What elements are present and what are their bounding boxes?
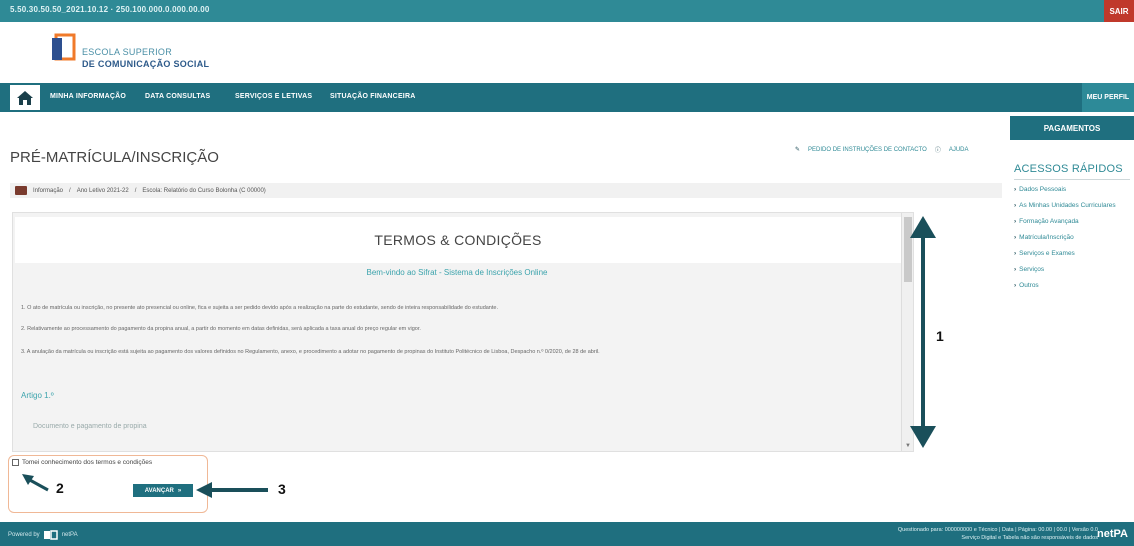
annotation-number-2: 2 [56, 480, 64, 496]
home-icon [17, 90, 33, 105]
checkbox-annotation-arrow [22, 474, 49, 492]
arrow-right-icon: » [177, 487, 182, 494]
netpa-logo-icon [43, 530, 58, 540]
logout-button[interactable]: SAIR [1104, 0, 1134, 22]
help-link[interactable]: AJUDA [949, 147, 969, 153]
profile-button[interactable]: MEU PERFIL [1082, 83, 1134, 112]
sidebar-divider [1014, 179, 1130, 180]
page-footer: Powered by netPA Questionado para: 00000… [0, 522, 1134, 546]
powered-brand[interactable]: netPA [62, 532, 78, 538]
accept-terms-label[interactable]: Tomei conhecimento dos termos e condiçõe… [22, 459, 152, 466]
nav-item-minha-informacao[interactable]: MINHA INFORMAÇÃO [50, 93, 126, 100]
accept-terms-checkbox[interactable] [12, 459, 19, 466]
annotation-number-3: 3 [278, 481, 286, 497]
school-logo-icon [52, 33, 76, 61]
terms-article-subheading: Documento e pagamento de propina [33, 423, 147, 430]
top-links: ✎ PEDIDO DE INSTRUÇÕES DE CONTACTO ⓘ AJU… [795, 145, 969, 155]
chevron-right-icon: › [1014, 282, 1017, 289]
help-icon: ⓘ [934, 148, 941, 154]
chevron-right-icon: › [1014, 250, 1017, 257]
sidebar-item-dados-pessoais[interactable]: › Dados Pessoais [1014, 186, 1130, 194]
breadcrumb: Informação / Ano Letivo 2021-22 / Escola… [10, 183, 1002, 198]
terms-content: TERMOS & CONDIÇÕES Bem-vindo ao Sifrat -… [13, 213, 901, 451]
home-button[interactable] [10, 85, 40, 110]
sidebar-item-matricula[interactable]: › Matrícula/Inscrição [1014, 234, 1130, 242]
main-nav: MINHA INFORMAÇÃO DATA CONSULTAS SERVIÇOS… [0, 83, 1134, 112]
annotation-number-1: 1 [936, 328, 944, 344]
chevron-right-icon: › [1014, 186, 1017, 193]
chevron-right-icon: › [1014, 234, 1017, 241]
breadcrumb-item[interactable]: Ano Letivo 2021-22 [77, 188, 129, 194]
footer-brand-logo: netPA [1097, 528, 1128, 540]
contact-link[interactable]: PEDIDO DE INSTRUÇÕES DE CONTACTO [808, 147, 927, 153]
logo-line-2: DE COMUNICAÇÃO SOCIAL [82, 59, 210, 69]
nav-item-situacao-financeira[interactable]: SITUAÇÃO FINANCEIRA [330, 93, 415, 100]
school-logo[interactable]: ESCOLA SUPERIOR DE COMUNICAÇÃO SOCIAL [52, 33, 232, 73]
breadcrumb-item[interactable]: Informação [33, 188, 63, 194]
sidebar-item-servicos[interactable]: › Serviços [1014, 266, 1130, 274]
accept-terms-row[interactable]: Tomei conhecimento dos termos e condiçõe… [12, 459, 152, 466]
chevron-right-icon: › [1014, 266, 1017, 273]
terms-conditions-panel[interactable]: TERMOS & CONDIÇÕES Bem-vindo ao Sifrat -… [12, 212, 914, 452]
contact-icon: ✎ [795, 147, 801, 153]
logo-line-1: ESCOLA SUPERIOR [82, 47, 173, 57]
payments-button[interactable]: PAGAMENTOS [1010, 116, 1134, 140]
breadcrumb-item: Escola: Relatório do Curso Bolonha (C 00… [142, 187, 266, 194]
next-annotation-arrow [196, 482, 268, 498]
terms-subtitle: Bem-vindo ao Sifrat - Sistema de Inscriç… [366, 268, 548, 277]
powered-by: Powered by netPA [8, 530, 78, 540]
quick-access-list: › Dados Pessoais › As Minhas Unidades Curr… [1014, 186, 1130, 298]
chevron-right-icon: › [1014, 202, 1017, 209]
chevron-right-icon: › [1014, 218, 1017, 225]
terms-article-heading: Artigo 1.º [21, 391, 54, 400]
terms-paragraph-3: 3. A anulação da matrícula ou inscrição … [21, 349, 600, 355]
nav-item-servicos[interactable]: SERVIÇOS E LETIVAS [235, 93, 312, 100]
scroll-annotation-arrow [910, 216, 936, 448]
terms-paragraph-1: 1. O ato de matrícula ou inscrição, no p… [21, 305, 498, 311]
quick-access-title: ACESSOS RÁPIDOS [1014, 163, 1123, 175]
sidebar-item-unidades-curriculares[interactable]: › As Minhas Unidades Curriculares [1014, 202, 1130, 210]
sidebar-item-formacao-avancada[interactable]: › Formação Avançada [1014, 218, 1130, 226]
page-title: PRÉ-MATRÍCULA/INSCRIÇÃO [10, 149, 219, 166]
session-info: 5.50.30.50.50_2021.10.12 · 250.100.000.0… [10, 5, 210, 14]
top-status-bar: 5.50.30.50.50_2021.10.12 · 250.100.000.0… [0, 0, 1134, 22]
sidebar-item-servicos-exames[interactable]: › Serviços e Exames [1014, 250, 1130, 258]
sidebar-item-outros[interactable]: › Outros [1014, 282, 1130, 290]
terms-title: TERMOS & CONDIÇÕES [15, 217, 901, 263]
next-button[interactable]: AVANÇAR » [133, 484, 193, 497]
briefcase-icon [15, 186, 27, 195]
nav-item-consultas[interactable]: DATA CONSULTAS [145, 93, 210, 100]
footer-info: Questionado para: 000000000 e Técnico | … [897, 527, 1098, 541]
terms-paragraph-2: 2. Relativamente ao processamento do pag… [21, 326, 421, 332]
